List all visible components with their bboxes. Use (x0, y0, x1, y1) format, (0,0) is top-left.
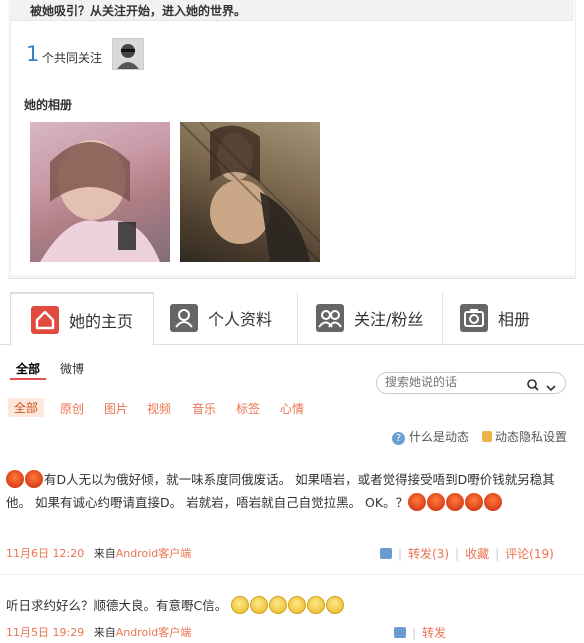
smile-emoji-icon (250, 596, 269, 614)
smile-emoji-icon (307, 596, 326, 614)
mutual-follow-label[interactable]: 个共同关注 (42, 49, 102, 66)
tab-album[interactable]: 相册 (460, 292, 560, 344)
post-2-content: 听日求约好么？顺德大良。有意嘢C信。 (6, 594, 566, 617)
post-1-meta: 11月6日 12:20 来自Android客户端 (6, 547, 192, 560)
post-1-favorite[interactable]: 收藏 (465, 547, 489, 561)
post-1-content: 有D人无以为俄好倾，就一味系度同俄废话。 如果唔岩，或者觉得接受唔到D嘢价钱就另… (6, 468, 566, 514)
profile-tab-bar: 她的主页 个人资料 关注/粉丝 相册 (0, 292, 584, 346)
category-mood[interactable]: 心情 (280, 400, 304, 417)
category-original[interactable]: 原创 (60, 400, 84, 417)
post-search-box (376, 372, 566, 394)
category-all[interactable]: 全部 (8, 398, 45, 417)
help-icon: ? (392, 432, 405, 445)
filter-all[interactable]: 全部 (16, 360, 40, 377)
follow-icon (316, 304, 344, 332)
smile-emoji-icon (269, 596, 288, 614)
post-2-meta: 11月5日 19:29 来自Android客户端 (6, 626, 192, 639)
category-music[interactable]: 音乐 (192, 400, 216, 417)
category-tags[interactable]: 标签 (236, 400, 260, 417)
post-divider (0, 574, 584, 575)
chevron-down-icon[interactable] (545, 378, 557, 392)
filter-weibo[interactable]: 微博 (60, 360, 84, 377)
tab-profile-label: 个人资料 (208, 310, 273, 329)
what-is-activity-link[interactable]: ? 什么是动态 (392, 428, 469, 445)
filter-active-underline (10, 378, 46, 380)
activity-privacy-link[interactable]: 动态隐私设置 (482, 428, 567, 445)
post-2-actions: | 转发 (394, 624, 446, 641)
post-1-source[interactable]: Android客户端 (116, 547, 192, 560)
follow-prompt-text: 被她吸引？从关注开始，进入她的世界。 (30, 4, 247, 18)
tab-home-label: 她的主页 (68, 312, 133, 331)
post-2-repost[interactable]: 转发 (422, 626, 446, 640)
album-section-title: 她的相册 (24, 98, 73, 112)
angry-emoji-icon (408, 493, 427, 511)
tab-follow[interactable]: 关注/粉丝 (316, 292, 442, 344)
mutual-follow-count[interactable]: 1 (26, 42, 39, 66)
smile-emoji-icon (326, 596, 345, 614)
mutual-follower-avatar[interactable] (112, 38, 144, 70)
album-photo-2[interactable] (180, 122, 320, 262)
angry-emoji-icon (484, 493, 503, 511)
search-input[interactable] (385, 375, 525, 389)
post-1-repost[interactable]: 转发(3) (408, 547, 449, 561)
category-pictures[interactable]: 图片 (104, 400, 128, 417)
angry-emoji-icon (465, 493, 484, 511)
tab-album-label: 相册 (498, 310, 531, 329)
post-1-time[interactable]: 11月6日 12:20 (6, 547, 84, 560)
angry-emoji-icon (6, 470, 24, 488)
profile-icon (170, 304, 198, 332)
like-icon[interactable] (380, 548, 392, 559)
angry-emoji-icon (427, 493, 446, 511)
tab-profile[interactable]: 个人资料 (170, 292, 296, 344)
category-videos[interactable]: 视频 (147, 400, 171, 417)
tab-follow-label: 关注/粉丝 (354, 310, 424, 329)
category-filter-row: 全部 原创 图片 视频 音乐 标签 心情 (0, 396, 584, 417)
angry-emoji-icon (25, 470, 43, 488)
camera-icon (460, 304, 488, 332)
search-icon[interactable] (527, 376, 539, 391)
tab-home[interactable]: 她的主页 (10, 292, 154, 346)
home-icon (30, 306, 59, 334)
lock-icon (482, 431, 492, 442)
post-1-actions: | 转发(3) | 收藏 | 评论(19) (380, 545, 554, 562)
post-2-source[interactable]: Android客户端 (116, 626, 192, 639)
like-icon[interactable] (394, 627, 406, 638)
angry-emoji-icon (446, 493, 465, 511)
smile-emoji-icon (288, 596, 307, 614)
post-2-time[interactable]: 11月5日 19:29 (6, 626, 84, 639)
album-photo-1[interactable] (30, 122, 170, 262)
post-1-comment[interactable]: 评论(19) (505, 547, 554, 561)
smile-emoji-icon (231, 596, 250, 614)
post-2-text: 听日求约好么？顺德大良。有意嘢C信。 (6, 598, 228, 613)
